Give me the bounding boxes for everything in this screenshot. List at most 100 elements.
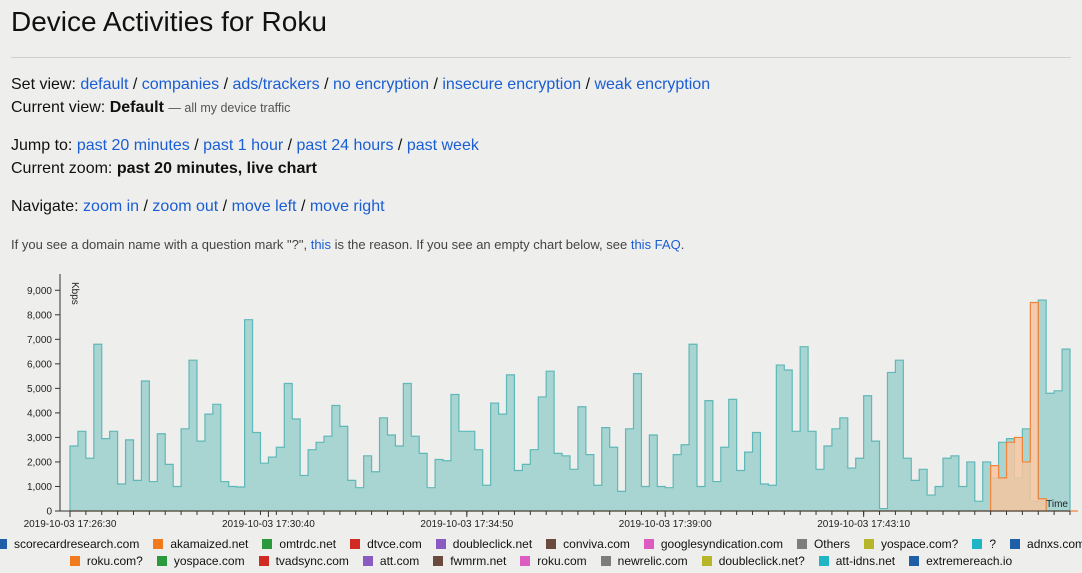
- legend-label: dtvce.com: [367, 537, 422, 551]
- x-tick-label: 2019-10-03 17:39:00: [619, 519, 712, 530]
- navigate-row: Navigate: zoom in / zoom out / move left…: [11, 198, 385, 215]
- y-axis-label: Kbps: [69, 282, 80, 305]
- note-text-1: If you see a domain name with a question…: [11, 237, 311, 252]
- legend-row: roku.com? yospace.com tvadsync.com att.com f…: [0, 554, 1082, 568]
- y-tick-label: 0: [46, 507, 52, 518]
- x-tick-label: 2019-10-03 17:34:50: [420, 519, 513, 530]
- legend-label: akamaized.net: [170, 537, 249, 551]
- note-link-faq[interactable]: this FAQ: [631, 237, 681, 252]
- current-view-value: Default: [109, 99, 164, 116]
- current-zoom-row: Current zoom: past 20 minutes, live char…: [11, 159, 317, 179]
- nav-link-zoom-out[interactable]: zoom out: [152, 198, 218, 215]
- legend-item[interactable]: adnxs.com: [1010, 537, 1082, 551]
- x-axis-label: Time: [1046, 499, 1068, 510]
- x-tick-label: 2019-10-03 17:43:10: [817, 519, 910, 530]
- legend-label: ?: [989, 537, 997, 551]
- legend-label: doubleclick.net?: [718, 554, 805, 568]
- jump-link-1-hour[interactable]: past 1 hour: [203, 137, 283, 154]
- legend-swatch: [435, 539, 446, 549]
- current-zoom-label: Current zoom:: [11, 160, 113, 177]
- navigate-label: Navigate:: [11, 198, 79, 215]
- legend-label: conviva.com: [563, 537, 630, 551]
- legend-row: scorecardresearch.com akamaized.net omtrdc…: [0, 537, 1082, 551]
- legend-label: newrelic.com: [617, 554, 688, 568]
- legend-item[interactable]: tvadsync.com: [258, 554, 349, 568]
- legend-item[interactable]: conviva.com: [546, 537, 630, 551]
- legend-item[interactable]: googlesyndication.com: [643, 537, 783, 551]
- legend-label: yospace.com?: [880, 537, 959, 551]
- legend-item[interactable]: newrelic.com: [600, 554, 688, 568]
- legend-item[interactable]: doubleclick.net?: [701, 554, 805, 568]
- jump-link-24-hours[interactable]: past 24 hours: [297, 137, 394, 154]
- nav-link-zoom-in[interactable]: zoom in: [83, 198, 139, 215]
- legend-swatch: [258, 556, 269, 566]
- series-area-yospace-com-: [69, 299, 1071, 512]
- set-view-label: Set view:: [11, 76, 76, 93]
- legend-swatch: [156, 556, 167, 566]
- y-tick-label: 9,000: [27, 286, 52, 297]
- current-view-label: Current view:: [11, 99, 106, 116]
- legend-swatch: [350, 539, 361, 549]
- help-note: If you see a domain name with a question…: [11, 237, 684, 252]
- nav-link-move-right[interactable]: move right: [310, 198, 385, 215]
- y-tick-label: 2,000: [27, 457, 52, 468]
- legend-item[interactable]: omtrdc.net: [262, 537, 336, 551]
- legend-label: roku.com: [537, 554, 587, 568]
- legend-item[interactable]: fwmrm.net: [433, 554, 506, 568]
- legend-item[interactable]: att.com: [362, 554, 420, 568]
- legend-item[interactable]: yospace.com: [156, 554, 245, 568]
- y-tick-label: 8,000: [27, 310, 52, 321]
- jump-label: Jump to:: [11, 137, 73, 154]
- current-view-note: — all my device traffic: [168, 101, 291, 115]
- legend-label: omtrdc.net: [279, 537, 337, 551]
- set-view-row: Set view: default / companies / ads/trac…: [11, 76, 711, 93]
- note-link-reason[interactable]: this: [311, 237, 331, 252]
- legend-label: roku.com?: [86, 554, 143, 568]
- jump-row: Jump to: past 20 minutes / past 1 hour /…: [11, 137, 479, 154]
- y-tick-label: 6,000: [27, 359, 52, 370]
- legend-item[interactable]: roku.com: [520, 554, 587, 568]
- title-divider: [11, 57, 1071, 58]
- view-link-companies[interactable]: companies: [142, 76, 219, 93]
- legend-swatch: [433, 556, 444, 566]
- legend-item[interactable]: ?: [972, 537, 996, 551]
- legend-item[interactable]: roku.com?: [69, 554, 143, 568]
- current-zoom-value: past 20 minutes, live chart: [116, 160, 317, 177]
- legend-swatch: [863, 539, 874, 549]
- legend-swatch: [701, 556, 712, 566]
- legend-label: adnxs.com: [1027, 537, 1082, 551]
- view-link-no-encryption[interactable]: no encryption: [333, 76, 429, 93]
- legend-swatch: [643, 539, 654, 549]
- legend-item[interactable]: extremereach.io: [909, 554, 1012, 568]
- y-tick-label: 5,000: [27, 384, 52, 395]
- legend-swatch: [1010, 539, 1021, 549]
- view-link-weak-encryption[interactable]: weak encryption: [594, 76, 710, 93]
- jump-link-20-minutes[interactable]: past 20 minutes: [77, 137, 190, 154]
- legend-item[interactable]: dtvce.com: [350, 537, 422, 551]
- view-link-default[interactable]: default: [80, 76, 128, 93]
- x-tick-label: 2019-10-03 17:30:40: [222, 519, 315, 530]
- note-text-2: is the reason. If you see an empty chart…: [330, 237, 631, 252]
- legend-swatch: [546, 539, 557, 549]
- legend-label: extremereach.io: [926, 554, 1013, 568]
- jump-link-week[interactable]: past week: [407, 137, 479, 154]
- view-link-ads-trackers[interactable]: ads/trackers: [232, 76, 319, 93]
- legend-item[interactable]: yospace.com?: [863, 537, 959, 551]
- legend-swatch: [153, 539, 164, 549]
- legend-swatch: [818, 556, 829, 566]
- legend-item[interactable]: Others: [796, 537, 850, 551]
- legend-label: att.com: [379, 554, 420, 568]
- legend-item[interactable]: akamaized.net: [153, 537, 248, 551]
- legend-item[interactable]: scorecardresearch.com: [0, 537, 139, 551]
- legend-swatch: [972, 539, 983, 549]
- legend-item[interactable]: att-idns.net: [818, 554, 895, 568]
- legend-swatch: [262, 539, 273, 549]
- nav-link-move-left[interactable]: move left: [232, 198, 297, 215]
- y-tick-label: 7,000: [27, 335, 52, 346]
- y-tick-label: 4,000: [27, 408, 52, 419]
- legend-label: doubleclick.net: [452, 537, 533, 551]
- view-link-insecure-encryption[interactable]: insecure encryption: [442, 76, 581, 93]
- legend-swatch: [0, 539, 7, 549]
- legend-label: yospace.com: [173, 554, 245, 568]
- legend-item[interactable]: doubleclick.net: [435, 537, 533, 551]
